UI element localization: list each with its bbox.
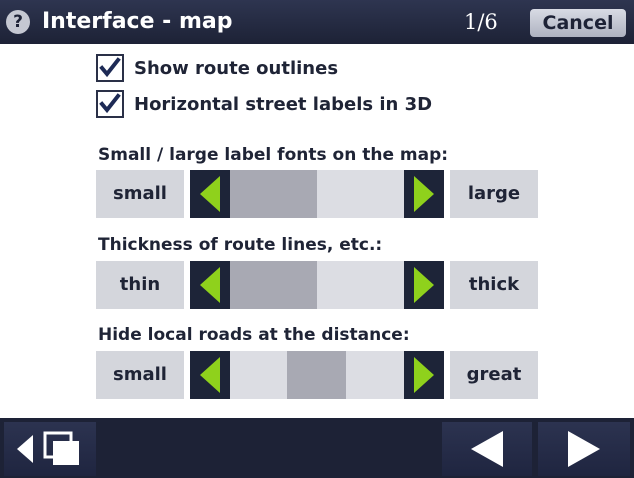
checkbox[interactable] (96, 54, 124, 82)
slider-segment (230, 170, 317, 218)
route-thickness-heading: Thickness of route lines, etc.: (98, 235, 383, 255)
slider-segment (287, 351, 346, 399)
slider-track[interactable] (230, 351, 404, 399)
arrow-left-icon (200, 357, 220, 393)
arrow-right-icon (414, 267, 434, 303)
decrease-button[interactable] (190, 351, 230, 399)
increase-button[interactable] (404, 351, 444, 399)
back-to-menu-button[interactable] (4, 422, 96, 476)
slider-route-thickness: thin thick (96, 261, 538, 309)
option-horizontal-street-labels[interactable]: Horizontal street labels in 3D (96, 88, 432, 120)
slider-track[interactable] (230, 261, 404, 309)
slider-min-label: small (96, 351, 184, 399)
slider-min-label: thin (96, 261, 184, 309)
decrease-button[interactable] (190, 261, 230, 309)
back-to-menu-icon (17, 431, 79, 465)
next-page-icon (568, 431, 600, 467)
arrow-left-icon (200, 267, 220, 303)
increase-button[interactable] (404, 170, 444, 218)
next-page-button[interactable] (538, 422, 630, 476)
arrow-left-icon (200, 176, 220, 212)
arrow-right-icon (414, 357, 434, 393)
checkmark-icon (99, 93, 121, 114)
label-font-size-heading: Small / large label fonts on the map: (98, 145, 449, 165)
slider-min-label: small (96, 170, 184, 218)
increase-button[interactable] (404, 261, 444, 309)
option-label: Show route outlines (134, 57, 339, 79)
slider-track[interactable] (230, 170, 404, 218)
slider-max-label: large (450, 170, 538, 218)
option-show-route-outlines[interactable]: Show route outlines (96, 52, 338, 84)
page-counter: 1/6 (464, 10, 498, 34)
arrow-right-icon (414, 176, 434, 212)
hide-local-roads-heading: Hide local roads at the distance: (98, 325, 410, 345)
slider-segment (230, 261, 317, 309)
title-bar: ? Interface - map 1/6 Cancel (0, 0, 634, 44)
previous-page-button[interactable] (442, 422, 532, 476)
help-icon[interactable]: ? (6, 10, 30, 34)
decrease-button[interactable] (190, 170, 230, 218)
checkmark-icon (99, 57, 121, 78)
slider-max-label: great (450, 351, 538, 399)
option-label: Horizontal street labels in 3D (134, 93, 433, 115)
slider-hide-local-roads: small great (96, 351, 538, 399)
page-title: Interface - map (42, 9, 233, 34)
checkbox[interactable] (96, 90, 124, 118)
previous-page-icon (471, 431, 503, 467)
slider-label-font-size: small large (96, 170, 538, 218)
slider-max-label: thick (450, 261, 538, 309)
cancel-button[interactable]: Cancel (530, 9, 626, 37)
